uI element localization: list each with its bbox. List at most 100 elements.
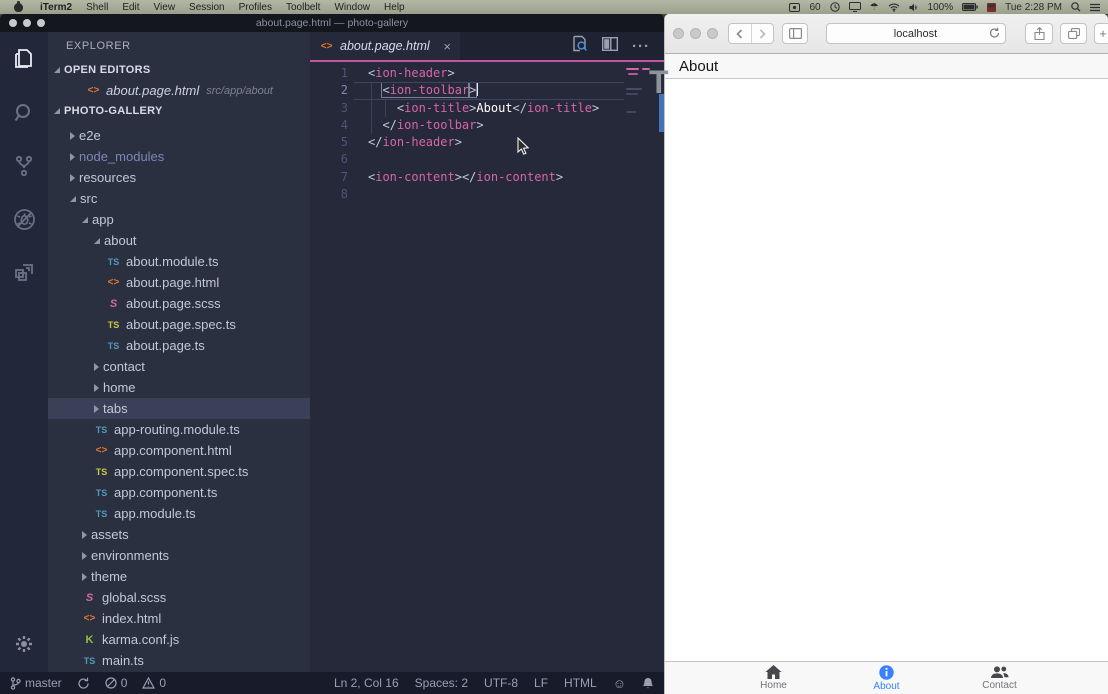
error-count[interactable]: 0 (105, 676, 128, 690)
language-mode[interactable]: HTML (564, 676, 597, 690)
open-changes-icon[interactable] (571, 35, 588, 57)
tree-item-about[interactable]: about (48, 230, 310, 251)
code-line-1[interactable]: 1<ion-header> (310, 65, 664, 82)
tab-overview-button[interactable] (1060, 23, 1087, 44)
open-editor-item[interactable]: <> about.page.html src/app/about (48, 80, 310, 101)
warning-count[interactable]: 0 (142, 676, 166, 690)
tree-item-about.page.ts[interactable]: TSabout.page.ts (48, 335, 310, 356)
menu-help[interactable]: Help (377, 2, 412, 13)
tree-item-about.page.spec.ts[interactable]: TSabout.page.spec.ts (48, 314, 310, 335)
back-button[interactable] (729, 29, 751, 39)
notifications-bell-icon[interactable] (642, 677, 654, 690)
tree-item-e2e[interactable]: e2e (48, 125, 310, 146)
close-window-button[interactable] (673, 28, 684, 39)
zoom-window-button[interactable] (707, 28, 718, 39)
tree-item-main.ts[interactable]: TSmain.ts (48, 650, 310, 671)
tree-item-app.module.ts[interactable]: TSapp.module.ts (48, 503, 310, 524)
tree-item-karma.conf.js[interactable]: Kkarma.conf.js (48, 629, 310, 650)
apple-logo-icon[interactable] (14, 3, 23, 12)
tree-item-app.component.ts[interactable]: TSapp.component.ts (48, 482, 310, 503)
tree-item-about.page.scss[interactable]: Sabout.page.scss (48, 293, 310, 314)
tree-item-src[interactable]: src (48, 188, 310, 209)
minimize-window-button[interactable] (690, 28, 701, 39)
battery-icon[interactable] (962, 3, 978, 11)
wifi-icon[interactable] (888, 3, 900, 12)
encoding-setting[interactable]: UTF-8 (484, 676, 518, 690)
tree-item-app[interactable]: app (48, 209, 310, 230)
tree-item-global.scss[interactable]: Sglobal.scss (48, 587, 310, 608)
tree-item-contact[interactable]: contact (48, 356, 310, 377)
address-bar[interactable]: localhost (826, 23, 1006, 44)
code-line-4[interactable]: 4 </ion-toolbar> (310, 117, 664, 134)
menu-view[interactable]: View (147, 2, 183, 13)
project-section-header[interactable]: PHOTO-GALLERY (48, 101, 310, 121)
forward-button[interactable] (752, 29, 774, 39)
menu-shell[interactable]: Shell (79, 2, 115, 13)
ionic-tab-about[interactable]: About (830, 662, 943, 694)
ionic-tab-contact[interactable]: Contact (943, 662, 1056, 694)
tree-item-about.page.html[interactable]: <>about.page.html (48, 272, 310, 293)
indentation-setting[interactable]: Spaces: 2 (415, 676, 468, 690)
more-actions-icon[interactable]: ··· (632, 38, 650, 55)
tree-item-app.component.spec.ts[interactable]: TSapp.component.spec.ts (48, 461, 310, 482)
feedback-smiley-icon[interactable]: ☺ (613, 676, 626, 691)
sync-indicator[interactable] (77, 677, 90, 690)
volume-icon[interactable] (909, 3, 919, 12)
explorer-icon[interactable] (11, 46, 37, 77)
reload-icon[interactable] (989, 27, 1000, 42)
spotlight-icon[interactable] (1071, 2, 1081, 12)
ionic-tab-home[interactable]: Home (717, 662, 830, 694)
clock-icon[interactable] (830, 2, 840, 12)
tree-item-app.component.html[interactable]: <>app.component.html (48, 440, 310, 461)
tree-item-assets[interactable]: assets (48, 524, 310, 545)
menu-app-name[interactable]: iTerm2 (33, 2, 79, 13)
notification-center-icon[interactable] (1090, 3, 1100, 12)
menu-toolbelt[interactable]: Toolbelt (279, 2, 327, 13)
menu-counter[interactable]: 60 (809, 2, 820, 13)
search-icon[interactable] (12, 101, 36, 130)
code-line-6[interactable]: 6 (310, 151, 664, 168)
input-source-flag-icon[interactable] (987, 3, 996, 12)
code-line-2[interactable]: 2 <ion-toolbar> (310, 82, 664, 99)
menu-profiles[interactable]: Profiles (232, 2, 279, 13)
tree-item-resources[interactable]: resources (48, 167, 310, 188)
display-icon[interactable] (849, 2, 861, 12)
share-button[interactable] (1025, 23, 1053, 44)
umbrella-icon[interactable]: ☂ (870, 2, 879, 13)
split-editor-icon[interactable] (602, 37, 618, 56)
cursor-position[interactable]: Ln 2, Col 16 (334, 676, 399, 690)
code-line-5[interactable]: 5</ion-header> (310, 134, 664, 151)
open-editors-header[interactable]: OPEN EDITORS (48, 60, 310, 80)
menu-window[interactable]: Window (327, 2, 377, 13)
code-line-7[interactable]: 7<ion-content></ion-content> (310, 169, 664, 186)
extensions-icon[interactable] (12, 261, 36, 290)
code-line-8[interactable]: 8 (310, 186, 664, 203)
tree-item-node_modules[interactable]: node_modules (48, 146, 310, 167)
code-editor[interactable]: 1<ion-header>2 <ion-toolbar>3 <ion-title… (310, 62, 664, 203)
code-line-3[interactable]: 3 <ion-title>About</ion-title> (310, 100, 664, 117)
screen-recording-icon[interactable] (789, 3, 800, 12)
tree-item-tabs[interactable]: tabs (48, 398, 310, 419)
vscode-title-bar[interactable]: about.page.html — photo-gallery (0, 14, 664, 32)
tree-item-about.module.ts[interactable]: TSabout.module.ts (48, 251, 310, 272)
tree-item-theme[interactable]: theme (48, 566, 310, 587)
gear-icon[interactable] (13, 633, 35, 660)
source-control-icon[interactable] (12, 154, 36, 183)
tab-about-page-html[interactable]: <> about.page.html × (310, 32, 460, 60)
debug-disabled-icon[interactable] (12, 207, 37, 237)
menu-edit[interactable]: Edit (115, 2, 146, 13)
battery-percent[interactable]: 100% (928, 2, 954, 13)
new-tab-button[interactable]: + (1094, 23, 1108, 44)
sidebar-toggle-button[interactable] (782, 23, 808, 44)
tree-item-home[interactable]: home (48, 377, 310, 398)
git-branch-indicator[interactable]: master (10, 676, 62, 690)
menu-session[interactable]: Session (182, 2, 232, 13)
tree-item-environments[interactable]: environments (48, 545, 310, 566)
zoom-window-button[interactable] (37, 19, 45, 27)
tree-item-index.html[interactable]: <>index.html (48, 608, 310, 629)
menu-clock[interactable]: Tue 2:28 PM (1005, 2, 1062, 13)
tree-item-app-routing.module.ts[interactable]: TSapp-routing.module.ts (48, 419, 310, 440)
close-tab-icon[interactable]: × (443, 39, 451, 54)
close-window-button[interactable] (9, 19, 17, 27)
eol-setting[interactable]: LF (534, 676, 548, 690)
